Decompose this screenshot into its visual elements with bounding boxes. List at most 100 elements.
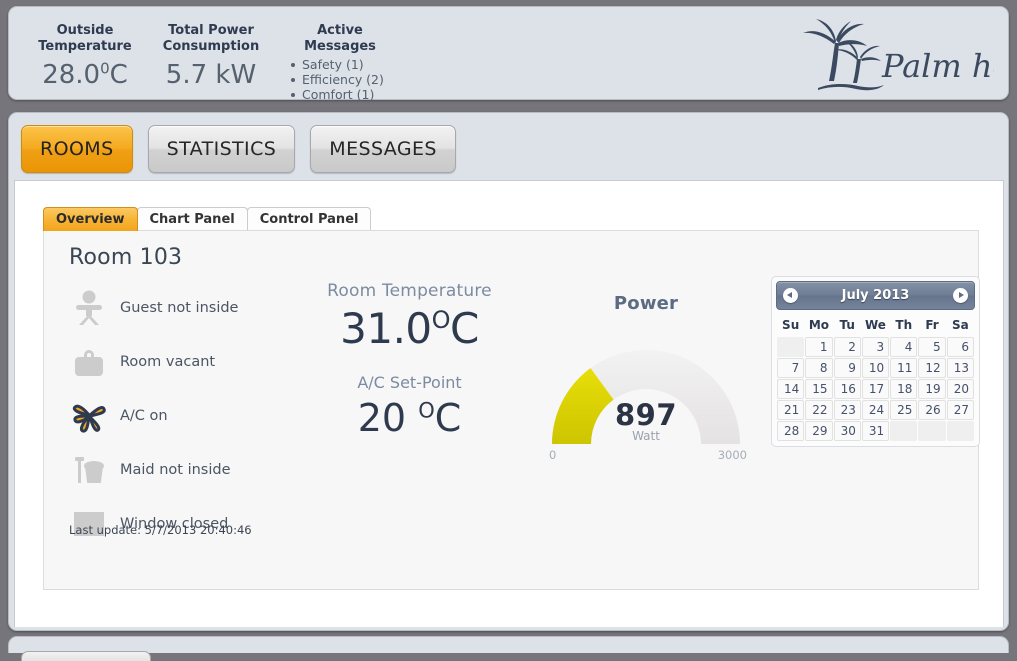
calendar-day[interactable]: 29 (805, 421, 833, 441)
calendar-weekday: Mo (808, 318, 830, 332)
calendar-day[interactable]: 7 (777, 358, 805, 378)
calendar-weekday: We (865, 318, 886, 332)
calendar-day[interactable]: 30 (833, 421, 861, 441)
sub-tab-bar: Overview Chart Panel Control Panel (43, 207, 372, 231)
calendar-week-row: 123456 (777, 337, 974, 357)
status-row-guest: Guest not inside (66, 281, 296, 335)
palm-tree-icon: Palm hotel (803, 19, 994, 91)
active-messages-list: Safety (1) Efficiency (2) Comfort (1) (275, 57, 405, 102)
main-panel: ROOMS STATISTICS MESSAGES Overview Chart… (8, 112, 1009, 631)
logo-text: Palm hotel (881, 47, 994, 85)
outside-temperature-value: 28.00C (23, 59, 147, 91)
tab-messages[interactable]: MESSAGES (310, 125, 456, 173)
room-status-list: Guest not inside Room vacant A/C on Maid… (66, 281, 296, 551)
fan-icon (66, 394, 112, 438)
calendar-day[interactable]: 23 (833, 400, 861, 420)
calendar-day[interactable]: 6 (946, 337, 974, 357)
calendar-day-empty (918, 421, 946, 441)
total-power-stat: Total Power Consumption 5.7 kW (149, 23, 273, 91)
power-gauge-block: Power 897 Watt 0 3000 (526, 293, 766, 462)
calendar-day[interactable]: 15 (805, 379, 833, 399)
tab-rooms[interactable]: ROOMS (21, 125, 133, 173)
subtab-overview[interactable]: Overview (43, 207, 138, 231)
calendar-day[interactable]: 10 (861, 358, 890, 378)
bucket-icon (66, 448, 112, 492)
suitcase-icon (66, 340, 112, 384)
calendar-day[interactable]: 5 (918, 337, 946, 357)
calendar-day-empty (946, 421, 974, 441)
content-area: Overview Chart Panel Control Panel Room … (14, 180, 1004, 627)
status-label-ac: A/C on (120, 408, 168, 424)
status-row-ac: A/C on (66, 389, 296, 443)
status-label-occupancy: Room vacant (120, 354, 216, 370)
calendar-day[interactable]: 18 (890, 379, 918, 399)
calendar-day[interactable]: 31 (861, 421, 890, 441)
calendar-weekday: Su (782, 318, 800, 332)
calendar-day[interactable]: 14 (777, 379, 805, 399)
status-label-guest: Guest not inside (120, 300, 239, 316)
calendar-day[interactable]: 28 (777, 421, 805, 441)
calendar-day[interactable]: 12 (918, 358, 946, 378)
total-power-title: Total Power Consumption (149, 23, 273, 55)
subtab-chart-panel[interactable]: Chart Panel (136, 207, 248, 231)
total-power-title-line1: Total Power (168, 23, 254, 38)
active-message-item[interactable]: Efficiency (2) (291, 72, 405, 87)
calendar-widget: July 2013 Su Mo Tu We Th Fr Sa 1 2 3 4 5… (771, 276, 980, 447)
calendar-day[interactable]: 13 (946, 358, 974, 378)
room-temperature-unit: C (450, 304, 479, 353)
status-row-occupancy: Room vacant (66, 335, 296, 389)
room-temperature-number: 31.0 (340, 304, 432, 353)
active-message-item[interactable]: Comfort (1) (291, 87, 405, 102)
calendar-day[interactable]: 17 (861, 379, 890, 399)
calendar-day[interactable]: 11 (890, 358, 918, 378)
total-power-value: 5.7 kW (165, 60, 257, 90)
active-message-item[interactable]: Safety (1) (291, 57, 405, 72)
active-messages-stat: Active Messages Safety (1) Efficiency (2… (275, 23, 405, 102)
calendar-day[interactable]: 26 (918, 400, 946, 420)
total-power-title-line2: Consumption (162, 39, 260, 54)
hotel-logo: Palm hotel (794, 15, 994, 95)
calendar-day[interactable]: 1 (805, 337, 833, 357)
outside-temperature-title-line2: Temperature (38, 39, 132, 54)
calendar-day[interactable]: 21 (777, 400, 805, 420)
calendar-weekday: Th (895, 318, 913, 332)
calendar-day-empty (890, 421, 918, 441)
room-temperature-value: 31.0OC (302, 303, 517, 355)
chevron-right-icon[interactable] (953, 288, 968, 303)
power-gauge-max-label: 3000 (717, 448, 747, 462)
calendar-day[interactable]: 22 (805, 400, 833, 420)
calendar-day[interactable]: 9 (833, 358, 861, 378)
calendar-day[interactable]: 24 (861, 400, 890, 420)
setpoint-degree: O (418, 398, 435, 423)
room-title: Room 103 (69, 245, 183, 270)
calendar-day-empty (777, 337, 805, 357)
power-gauge-title: Power (613, 293, 679, 314)
subtab-control-panel[interactable]: Control Panel (246, 207, 372, 231)
tab-statistics[interactable]: STATISTICS (147, 125, 296, 173)
status-label-maid: Maid not inside (120, 462, 231, 478)
summary-header-bar: Outside Temperature 28.00C Total Power C… (8, 6, 1009, 102)
outside-temperature-degree: 0 (100, 59, 110, 78)
chevron-left-icon[interactable] (783, 288, 798, 303)
calendar-day[interactable]: 4 (890, 337, 918, 357)
calendar-day[interactable]: 8 (805, 358, 833, 378)
active-messages-title: Active Messages (275, 23, 405, 55)
calendar-grid: Su Mo Tu We Th Fr Sa 1 2 3 4 5 6 7 8 9 10 11 12 13 14… (776, 313, 975, 442)
calendar-week-row: 28 29 30 31 (777, 421, 974, 441)
calendar-day[interactable]: 20 (946, 379, 974, 399)
calendar-day[interactable]: 3 (861, 337, 890, 357)
calendar-weekday-row: Su Mo Tu We Th Fr Sa (777, 314, 974, 336)
calendar-day[interactable]: 16 (833, 379, 861, 399)
calendar-day[interactable]: 27 (946, 400, 974, 420)
outside-temperature-unit: C (109, 60, 128, 90)
calendar-week-row: 7 8 9 10 11 12 13 (777, 358, 974, 378)
active-messages-title-line2: Messages (304, 39, 376, 54)
setpoint-unit: C (434, 396, 462, 440)
outside-temperature-title: Outside Temperature (23, 23, 147, 55)
calendar-day[interactable]: 19 (918, 379, 946, 399)
calendar-weekday: Fr (925, 318, 939, 332)
calendar-body: 1 2 3 4 5 6 7 8 9 10 11 12 13 14 15 16 17 18 19 20 21 22 23 24 2… (777, 337, 974, 441)
calendar-day[interactable]: 25 (890, 400, 918, 420)
calendar-day[interactable]: 2 (833, 337, 861, 357)
temperature-block: Room Temperature 31.0OC A/C Set-Point 20… (302, 281, 517, 442)
